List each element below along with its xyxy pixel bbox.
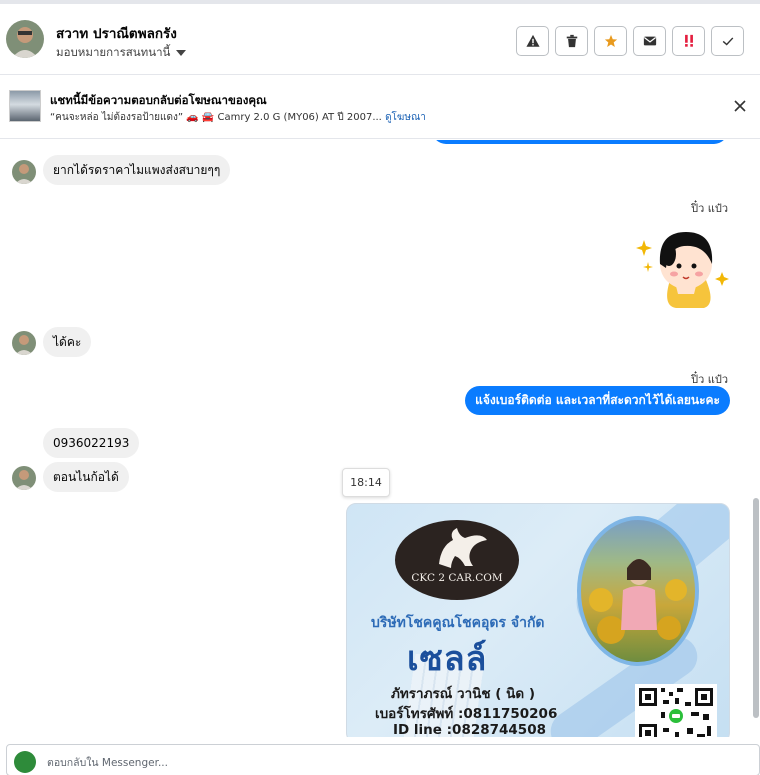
conversation-header: สวาท ปราณีตพลกรัง มอบหมายการสนทนานี้: [0, 0, 760, 75]
mark-unread-button[interactable]: [633, 26, 666, 56]
business-card-image[interactable]: CKC 2 CAR.COM บริษัทโชคคูณโชคอุดร จำกัด …: [346, 503, 730, 737]
assign-label: มอบหมายการสนทนานี้: [56, 45, 171, 59]
envelope-icon: [643, 36, 656, 46]
check-icon: [722, 37, 733, 46]
conversation-actions: [516, 26, 744, 56]
message-bubble-incoming: 0936022193: [43, 428, 140, 458]
message-thread: ยากได้รดราคาไมแพงส่งสบายๆๆ ปิ๋ว แป๋ว ได้…: [0, 140, 760, 737]
important-icon: [684, 34, 693, 47]
reply-composer[interactable]: ตอบกลับใน Messenger...: [6, 744, 760, 775]
mark-done-button[interactable]: [711, 26, 744, 56]
mark-important-button[interactable]: [672, 26, 705, 56]
ad-thumbnail[interactable]: [9, 90, 41, 122]
logo-text: CKC 2 CAR.COM: [411, 572, 503, 584]
contact-name[interactable]: สวาท ปราณีตพลกรัง: [56, 22, 177, 44]
ad-banner-title: แชทนี้มีข้อความตอบกลับต่อโฆษณาของคุณ: [50, 93, 267, 107]
sender-name: ปิ๋ว แป๋ว: [691, 202, 728, 215]
page-avatar: [14, 751, 36, 773]
message-bubble-incoming: ได้คะ: [43, 327, 92, 357]
trash-icon: [566, 34, 577, 48]
message-bubble-outgoing: แจ้งเบอร์ติดต่อ และเวลาที่สะดวกไว้ได้เลย…: [465, 386, 730, 415]
card-phone: เบอร์โทรศัพท์ :0811750206: [375, 706, 558, 722]
delete-button[interactable]: [555, 26, 588, 56]
message-bubble-outgoing: [432, 140, 728, 144]
ad-banner-subtitle: “คนจะหล่อ ไม่ต้องรอป้ายแดง” 🚗 🚘 Camry 2.…: [50, 110, 426, 125]
contact-avatar-small: [12, 331, 36, 355]
qr-code: [635, 684, 717, 737]
caret-down-icon: [176, 50, 187, 56]
close-icon[interactable]: [732, 98, 748, 114]
card-role: เซลล์: [407, 639, 488, 679]
star-icon: [604, 34, 617, 47]
sticker-image: [636, 220, 732, 310]
scrollbar-thumb[interactable]: [753, 498, 759, 718]
message-bubble-incoming: ยากได้รดราคาไมแพงส่งสบายๆๆ: [43, 155, 231, 185]
thread-scrollbar[interactable]: [752, 140, 760, 737]
ad-quote: “คนจะหล่อ ไม่ต้องรอป้ายแดง” 🚗 🚘 Camry 2.…: [50, 112, 382, 123]
contact-avatar-small: [12, 160, 36, 184]
reply-input-placeholder: ตอบกลับใน Messenger...: [47, 757, 168, 769]
message-bubble-incoming: ตอนไนก้อได้: [43, 462, 129, 492]
warning-icon: [525, 34, 540, 47]
assign-conversation-dropdown[interactable]: มอบหมายการสนทนานี้: [56, 44, 187, 62]
company-logo: CKC 2 CAR.COM: [395, 520, 519, 600]
contact-avatar-small: [12, 466, 36, 490]
view-ad-link[interactable]: ดูโฆษณา: [385, 112, 426, 123]
card-portrait-photo: [577, 516, 699, 666]
mark-spam-button[interactable]: [516, 26, 549, 56]
star-button[interactable]: [594, 26, 627, 56]
card-line-id: ID line :0828744508: [393, 722, 546, 737]
ad-reply-banner: แชทนี้มีข้อความตอบกลับต่อโฆษณาของคุณ “คน…: [0, 75, 760, 139]
timestamp-tooltip: 18:14: [342, 468, 390, 497]
card-person-name: ภัทราภรณ์ วานิช ( นิด ): [391, 686, 535, 702]
contact-avatar[interactable]: [6, 20, 44, 58]
